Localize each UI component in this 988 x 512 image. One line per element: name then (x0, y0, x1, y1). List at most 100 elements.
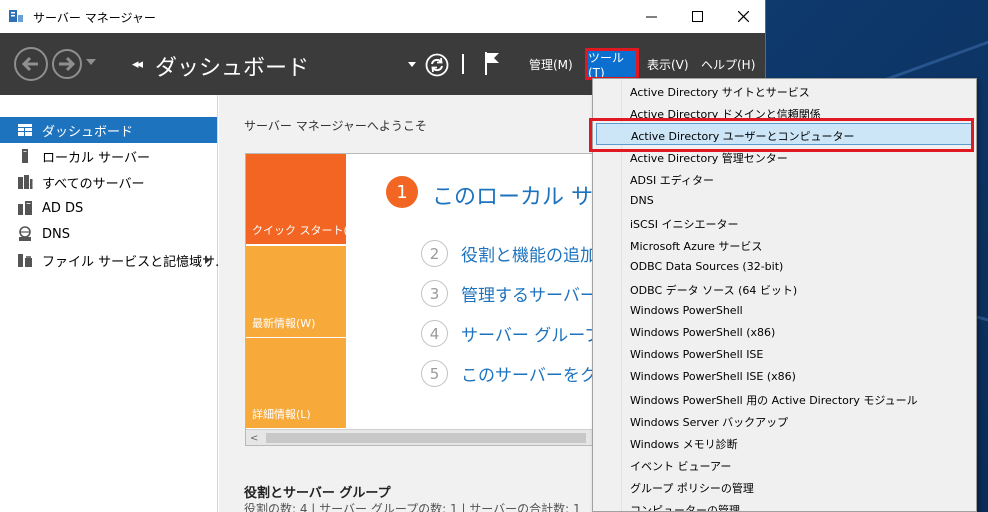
tools-menu-item[interactable]: ODBC データ ソース (64 ビット) (596, 278, 973, 300)
breadcrumb-arrows-icon: ◂◂ (132, 57, 143, 72)
sidebar-item-label: ローカル サーバー (42, 150, 151, 166)
tools-menu-item[interactable]: グループ ポリシーの管理 (596, 476, 973, 498)
menu-tools[interactable]: ツール(T) (585, 48, 639, 80)
tools-dropdown-menu: Active Directory サイトとサービス Active Directo… (592, 78, 977, 512)
maximize-button[interactable] (674, 0, 720, 33)
dns-icon (19, 226, 31, 241)
tile-whats-new[interactable]: 最新情報(W) (246, 246, 346, 337)
menu-item-label: イベント ビューアー (630, 460, 732, 473)
tools-menu-item[interactable]: Active Directory ドメインと信頼関係 (596, 102, 973, 124)
step-link[interactable]: 管理するサーバーの追加 (461, 281, 594, 306)
window-title: サーバー マネージャー (33, 11, 156, 25)
tools-menu-item-highlighted[interactable]: Active Directory ユーザーとコンピューター (596, 123, 973, 145)
title-bar[interactable]: サーバー マネージャー (0, 0, 765, 33)
step-number: 3 (421, 280, 448, 307)
menu-item-label: ODBC データ ソース (64 ビット) (630, 284, 798, 297)
sidebar-item-file-services[interactable]: ファイル サービスと記憶域サ... (0, 247, 228, 273)
horizontal-scrollbar[interactable]: < (246, 429, 594, 445)
step-link[interactable]: このサーバーをクラウド サービスに接続する (461, 361, 594, 386)
back-arrow-icon (21, 56, 38, 72)
welcome-title: サーバー マネージャーへようこそ (244, 119, 427, 133)
menu-item-label: DNS (630, 194, 654, 207)
tools-menu-item[interactable]: Windows PowerShell 用の Active Directory モ… (596, 388, 973, 410)
close-button[interactable] (720, 0, 765, 33)
menu-item-label: Active Directory 管理センター (630, 152, 788, 165)
menu-item-label: Windows PowerShell ISE (x86) (630, 370, 796, 383)
step-number: 5 (421, 360, 448, 387)
tools-menu-item[interactable]: Active Directory 管理センター (596, 146, 973, 168)
tools-menu-item[interactable]: Microsoft Azure サービス (596, 234, 973, 256)
all-servers-icon (18, 175, 33, 189)
tile-label: 詳細情報(L) (252, 408, 311, 421)
step-number: 2 (421, 240, 448, 267)
tools-menu-item[interactable]: ADSI エディター (596, 168, 973, 190)
sidebar-item-label: DNS (42, 226, 70, 242)
tools-menu-item[interactable]: Windows Server バックアップ (596, 410, 973, 432)
sidebar-item-ad-ds[interactable]: AD DS (0, 195, 217, 221)
close-icon (737, 11, 749, 22)
minimize-button[interactable] (628, 0, 674, 33)
breadcrumb-dropdown-icon[interactable] (408, 62, 416, 67)
tools-menu-item[interactable]: DNS (596, 190, 973, 212)
tile-quick-start[interactable]: クイック スタート(Q) (246, 154, 361, 244)
tools-menu-item[interactable]: Windows PowerShell (x86) (596, 322, 973, 344)
menu-item-label: Active Directory ドメインと信頼関係 (630, 108, 821, 121)
chevron-right-icon[interactable] (205, 256, 210, 264)
history-dropdown-icon[interactable] (86, 59, 96, 65)
menu-item-label: Windows PowerShell (630, 304, 743, 317)
server-manager-app-icon (9, 10, 23, 22)
menu-item-label: Windows PowerShell ISE (630, 348, 764, 361)
tools-menu-item[interactable]: イベント ビューアー (596, 454, 973, 476)
back-button[interactable] (14, 47, 48, 81)
local-server-icon (22, 149, 28, 163)
menu-item-label: Windows Server バックアップ (630, 416, 789, 429)
tools-menu-item[interactable]: Windows PowerShell (596, 300, 973, 322)
step-link[interactable]: サーバー グループの作成 (461, 321, 594, 346)
menu-item-label: コンピューターの管理 (630, 504, 740, 512)
tools-menu-item[interactable]: Active Directory サイトとサービス (596, 80, 973, 102)
sidebar-item-label: すべてのサーバー (42, 176, 145, 192)
breadcrumb-title: ダッシュボード (155, 56, 310, 81)
menu-item-label: iSCSI イニシエーター (630, 218, 739, 231)
tools-menu-item[interactable]: コンピューターの管理 (596, 498, 973, 512)
menu-item-label: ODBC Data Sources (32-bit) (630, 260, 784, 273)
step-number: 4 (421, 320, 448, 347)
refresh-icon[interactable] (425, 53, 449, 77)
sidebar-item-dashboard[interactable]: ダッシュボード (0, 117, 217, 143)
menu-item-label: Active Directory サイトとサービス (630, 86, 810, 99)
step-1-link[interactable]: このローカル サーバーの構成 (432, 179, 594, 211)
tools-menu-item[interactable]: Windows メモリ診断 (596, 432, 973, 454)
menu-help[interactable]: ヘルプ(H) (701, 56, 755, 73)
step-1-number: 1 (386, 176, 418, 208)
menu-item-label: Microsoft Azure サービス (630, 240, 763, 253)
menu-item-label: Windows PowerShell 用の Active Directory モ… (630, 394, 918, 407)
sidebar-item-label: ファイル サービスと記憶域サ... (42, 254, 228, 270)
tools-menu-item[interactable]: ODBC Data Sources (32-bit) (596, 256, 973, 278)
maximize-icon (691, 11, 703, 22)
tools-menu-item[interactable]: iSCSI イニシエーター (596, 212, 973, 234)
sidebar-item-local-server[interactable]: ローカル サーバー (0, 143, 217, 169)
menu-item-label: Active Directory ユーザーとコンピューター (631, 130, 855, 143)
tools-menu-item[interactable]: Windows PowerShell ISE (596, 344, 973, 366)
menu-view[interactable]: 表示(V) (647, 56, 689, 73)
sidebar-item-dns[interactable]: DNS (0, 221, 217, 247)
notification-flag-icon[interactable] (483, 50, 503, 76)
roles-section-title: 役割とサーバー グループ (244, 486, 391, 501)
menu-item-label: Windows PowerShell (x86) (630, 326, 776, 339)
step-link[interactable]: 役割と機能の追加 (461, 241, 594, 266)
menu-item-label: Windows メモリ診断 (630, 438, 738, 451)
sidebar-item-all-servers[interactable]: すべてのサーバー (0, 169, 217, 195)
menu-manage[interactable]: 管理(M) (529, 56, 573, 73)
tile-label: クイック スタート(Q) (252, 224, 361, 237)
menu-item-label: ADSI エディター (630, 174, 714, 187)
tile-label: 最新情報(W) (252, 317, 316, 330)
tools-menu-item[interactable]: Windows PowerShell ISE (x86) (596, 366, 973, 388)
scrollbar-thumb[interactable] (266, 433, 586, 443)
sidebar: ダッシュボード ローカル サーバー すべてのサーバー AD DS DNS ファイ… (0, 95, 228, 512)
forward-button[interactable] (52, 49, 82, 79)
sidebar-item-label: AD DS (42, 200, 84, 216)
tile-learn-more[interactable]: 詳細情報(L) (246, 338, 346, 428)
scroll-left-icon[interactable]: < (250, 433, 258, 444)
minimize-icon (645, 16, 657, 18)
roles-summary: 役割の数: 4 | サーバー グループの数: 1 | サーバーの合計数: 1 (244, 502, 581, 512)
